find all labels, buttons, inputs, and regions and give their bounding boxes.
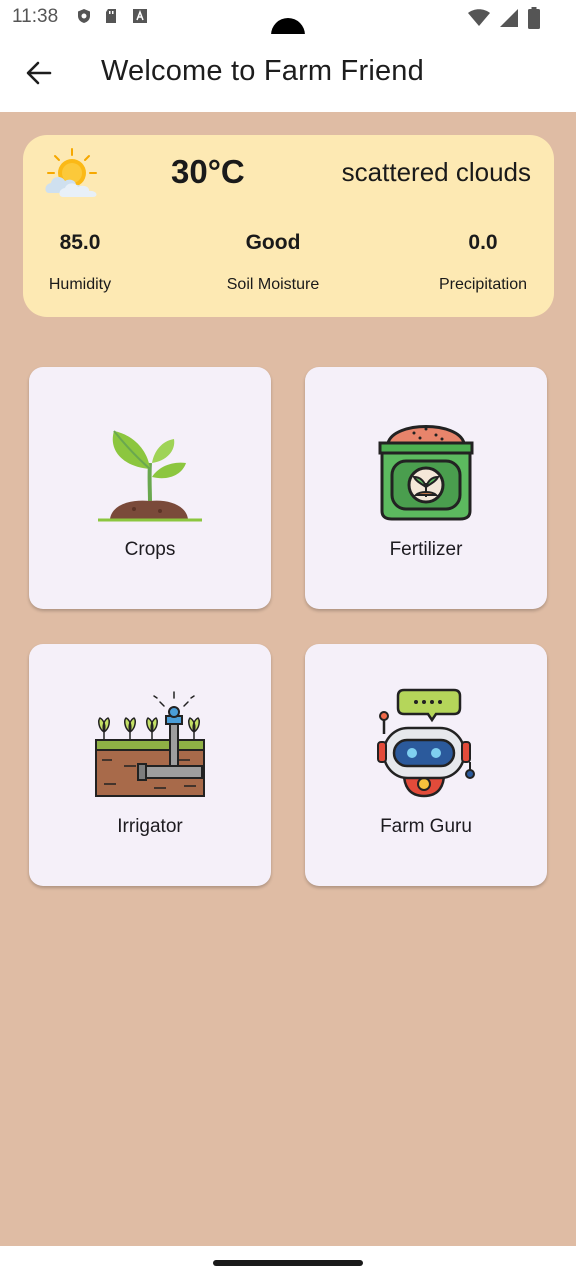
text-a-icon bbox=[133, 9, 147, 23]
farm-guru-label: Farm Guru bbox=[380, 816, 472, 837]
soil-moisture-value: Good bbox=[245, 231, 301, 254]
navigation-bar bbox=[0, 1246, 576, 1280]
main-content: 30°C scattered clouds 85.0 Humidity Good… bbox=[0, 112, 576, 1246]
soil-moisture-label: Soil Moisture bbox=[226, 276, 320, 293]
home-gesture-handle[interactable] bbox=[213, 1260, 363, 1266]
fertilizer-tile[interactable]: Fertilizer bbox=[305, 367, 547, 609]
crops-label: Crops bbox=[124, 539, 176, 560]
shield-icon bbox=[78, 9, 90, 23]
temperature: 30°C bbox=[171, 153, 245, 190]
humidity-value: 85.0 bbox=[59, 231, 101, 254]
app-bar: Welcome to Farm Friend bbox=[0, 34, 576, 112]
battery-icon bbox=[528, 7, 540, 29]
weather-card: 30°C scattered clouds 85.0 Humidity Good… bbox=[23, 135, 554, 317]
fertilizer-label: Fertilizer bbox=[389, 539, 463, 560]
wifi-icon bbox=[468, 9, 490, 26]
crops-tile[interactable]: Crops bbox=[29, 367, 271, 609]
status-bar: 11:38 bbox=[0, 0, 576, 52]
humidity-stat: 85.0 Humidity bbox=[41, 231, 119, 294]
humidity-label: Humidity bbox=[48, 276, 112, 293]
arrow-back-icon bbox=[26, 61, 52, 85]
irrigator-label: Irrigator bbox=[117, 816, 183, 837]
signal-icon bbox=[500, 9, 518, 27]
precipitation-stat: 0.0 Precipitation bbox=[430, 231, 536, 294]
farm-guru-tile[interactable]: Farm Guru bbox=[305, 644, 547, 886]
fertilizer-bag-icon bbox=[378, 425, 474, 521]
page-title: Welcome to Farm Friend bbox=[101, 55, 424, 87]
sd-card-icon bbox=[106, 9, 116, 23]
status-time: 11:38 bbox=[12, 6, 59, 27]
sun-cloud-icon bbox=[45, 148, 97, 197]
chatbot-robot-icon bbox=[377, 688, 475, 798]
status-icons-left bbox=[76, 8, 148, 24]
precipitation-label: Precipitation bbox=[438, 276, 528, 293]
back-button[interactable] bbox=[22, 56, 56, 90]
status-icons-right bbox=[468, 7, 540, 29]
sprout-icon bbox=[98, 430, 202, 522]
weather-description: scattered clouds bbox=[341, 157, 531, 187]
precipitation-value: 0.0 bbox=[468, 231, 498, 254]
irrigator-tile[interactable]: Irrigator bbox=[29, 644, 271, 886]
soil-moisture-stat: Good Soil Moisture bbox=[218, 231, 328, 294]
irrigation-sprinkler-icon bbox=[95, 691, 205, 797]
